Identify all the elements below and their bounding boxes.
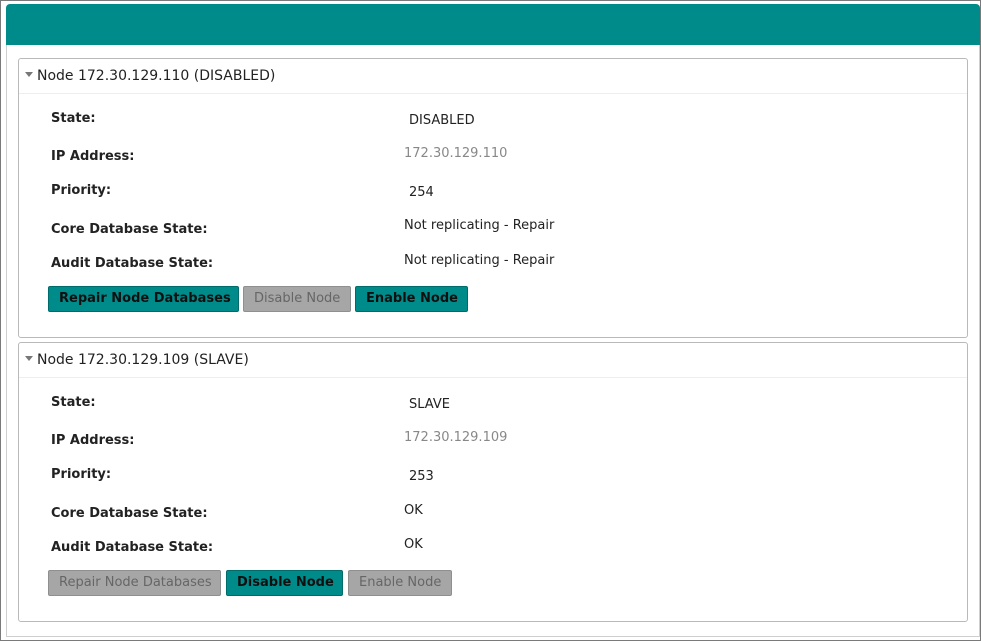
priority-value: 253 <box>409 469 434 484</box>
core-database-state-label: Core Database State: <box>51 506 208 521</box>
state-label: State: <box>51 395 96 410</box>
audit-database-state-label: Audit Database State: <box>51 540 214 555</box>
state-value: SLAVE <box>409 397 450 412</box>
core-database-state-value: Not replicating - Repair <box>404 218 555 233</box>
node-panel-1: Node 172.30.129.110 (DISABLED) State: DI… <box>18 58 968 338</box>
priority-label: Priority: <box>51 467 112 482</box>
disable-node-button[interactable]: Disable Node <box>226 570 343 596</box>
ip-address-value: 172.30.129.110 <box>404 146 508 161</box>
state-label: State: <box>51 111 96 126</box>
ip-address-label: IP Address: <box>51 433 135 448</box>
priority-value: 254 <box>409 185 434 200</box>
audit-database-state-value: Not replicating - Repair <box>404 253 555 268</box>
top-header-bar <box>6 4 980 45</box>
node-panel-2-header[interactable]: Node 172.30.129.109 (SLAVE) <box>19 343 967 378</box>
repair-node-databases-button[interactable]: Repair Node Databases <box>48 570 221 596</box>
ip-address-value: 172.30.129.109 <box>404 430 508 445</box>
node-panel-1-header[interactable]: Node 172.30.129.110 (DISABLED) <box>19 59 967 94</box>
node-panel-2: Node 172.30.129.109 (SLAVE) State: SLAVE… <box>18 342 968 622</box>
repair-node-databases-button[interactable]: Repair Node Databases <box>48 286 239 312</box>
enable-node-button[interactable]: Enable Node <box>355 286 468 312</box>
state-value: DISABLED <box>409 113 475 128</box>
disable-node-button[interactable]: Disable Node <box>243 286 351 312</box>
enable-node-button[interactable]: Enable Node <box>348 570 452 596</box>
core-database-state-value: OK <box>404 503 423 518</box>
application-window: Node 172.30.129.110 (DISABLED) State: DI… <box>0 0 981 641</box>
ip-address-label: IP Address: <box>51 149 135 164</box>
caret-down-icon[interactable] <box>25 356 33 361</box>
caret-down-icon[interactable] <box>25 72 33 77</box>
audit-database-state-value: OK <box>404 537 423 552</box>
priority-label: Priority: <box>51 183 112 198</box>
node-panel-1-title: Node 172.30.129.110 (DISABLED) <box>37 68 276 84</box>
node-panel-2-title: Node 172.30.129.109 (SLAVE) <box>37 352 249 368</box>
core-database-state-label: Core Database State: <box>51 222 208 237</box>
audit-database-state-label: Audit Database State: <box>51 256 214 271</box>
